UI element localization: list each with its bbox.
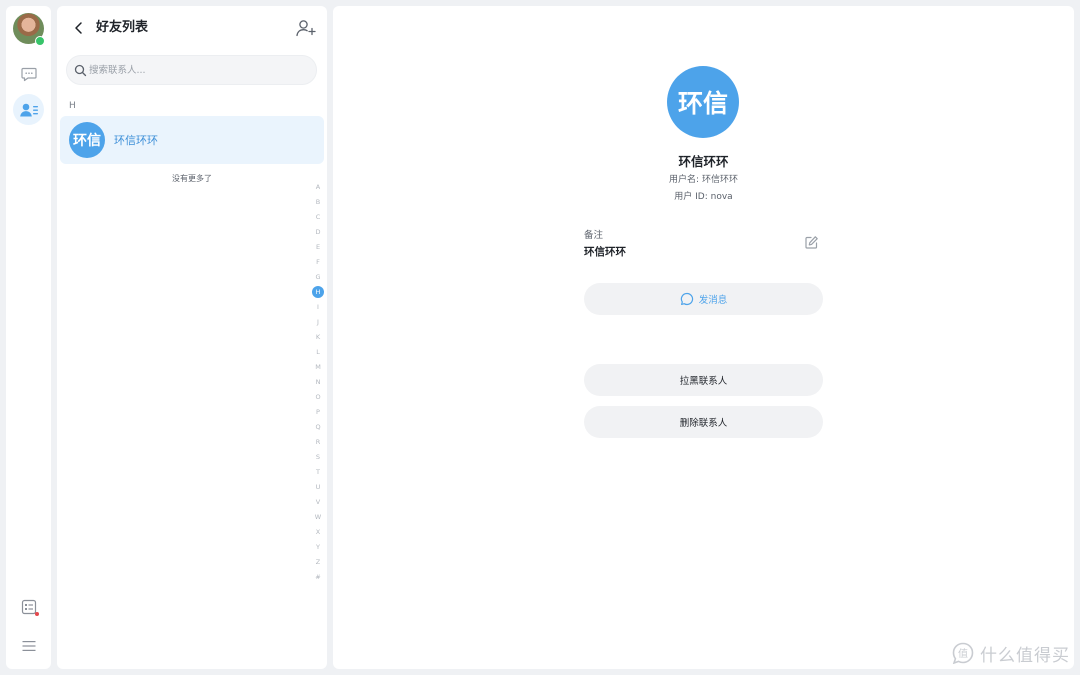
- send-message-button[interactable]: 发消息: [584, 283, 823, 315]
- alphabet-index: A B C D E F G H I J K L M N O P Q R S T U V W X Y Z #: [311, 179, 325, 584]
- alphabet-index-letter[interactable]: A: [311, 179, 325, 194]
- alphabet-letter-text: P: [316, 407, 320, 416]
- alphabet-index-letter[interactable]: P: [311, 404, 325, 419]
- add-friend-icon[interactable]: [295, 18, 317, 38]
- alphabet-letter-text: U: [315, 482, 321, 491]
- alphabet-index-letter[interactable]: B: [311, 194, 325, 209]
- alphabet-letter-text: D: [315, 227, 321, 236]
- edit-icon[interactable]: [804, 235, 819, 250]
- contact-detail-panel: 环信 环信环环 用户名: 环信环环 用户 ID: nova 备注 环信环环 发消…: [333, 6, 1074, 669]
- remark-label: 备注: [584, 230, 604, 241]
- section-letter: H: [69, 101, 76, 111]
- contact-username: 用户名: 环信环环: [669, 175, 738, 185]
- alphabet-letter-text: X: [315, 527, 321, 536]
- block-contact-button[interactable]: 拉黑联系人: [584, 364, 823, 396]
- search-icon: [74, 64, 87, 77]
- alphabet-letter-text: F: [316, 257, 320, 266]
- alphabet-letter-text: S: [315, 452, 321, 461]
- watermark-logo-icon: 值: [952, 642, 974, 664]
- contact-user-id: 用户 ID: nova: [674, 192, 733, 202]
- list-end-text: 没有更多了: [172, 174, 212, 183]
- alphabet-index-letter[interactable]: Z: [311, 554, 325, 569]
- alphabet-index-letter[interactable]: H: [311, 284, 325, 299]
- alphabet-index-letter[interactable]: #: [311, 569, 325, 584]
- alphabet-letter-text: V: [315, 497, 321, 506]
- notice-badge: [35, 612, 39, 616]
- remark-value: 环信环环: [584, 246, 626, 258]
- alphabet-index-letter[interactable]: W: [311, 509, 325, 524]
- alphabet-index-letter[interactable]: X: [311, 524, 325, 539]
- alphabet-letter-text: B: [315, 197, 321, 206]
- alphabet-letter-text: C: [315, 212, 321, 221]
- watermark-text: 什么值得买: [980, 645, 1070, 666]
- alphabet-letter-text: Y: [316, 542, 320, 551]
- nav-notice-button[interactable]: [13, 591, 44, 622]
- alphabet-index-letter[interactable]: T: [311, 464, 325, 479]
- menu-icon: [22, 640, 35, 651]
- alphabet-letter-text: G: [315, 272, 321, 281]
- message-icon: [680, 292, 693, 306]
- alphabet-index-letter[interactable]: V: [311, 494, 325, 509]
- alphabet-letter-text: E: [315, 242, 321, 251]
- contact-detail-name: 环信环环: [678, 154, 729, 169]
- alphabet-letter-text: N: [315, 377, 321, 386]
- nav-menu-button[interactable]: [13, 630, 44, 661]
- alphabet-index-letter[interactable]: C: [311, 209, 325, 224]
- alphabet-letter-text: Z: [315, 557, 321, 566]
- alphabet-index-letter[interactable]: I: [311, 299, 325, 314]
- alphabet-index-letter[interactable]: L: [311, 344, 325, 359]
- online-status-indicator: [35, 36, 45, 46]
- alphabet-index-letter[interactable]: M: [311, 359, 325, 374]
- alphabet-index-letter[interactable]: J: [311, 314, 325, 329]
- page-title: 好友列表: [96, 20, 149, 35]
- send-message-label: 发消息: [698, 295, 728, 306]
- alphabet-index-letter[interactable]: O: [311, 389, 325, 404]
- alphabet-letter-text: M: [315, 362, 321, 371]
- alphabet-letter-text: W: [314, 512, 322, 521]
- chat-bubble-icon: [20, 67, 37, 81]
- search-input[interactable]: [89, 61, 309, 79]
- contacts-icon: [19, 103, 38, 116]
- alphabet-index-letter[interactable]: F: [311, 254, 325, 269]
- nav-rail: [6, 6, 51, 669]
- svg-text:值: 值: [958, 647, 968, 660]
- alphabet-index-letter[interactable]: Y: [311, 539, 325, 554]
- alphabet-index-letter[interactable]: S: [311, 449, 325, 464]
- contact-avatar: 环信: [69, 122, 105, 158]
- nav-chat-button[interactable]: [13, 58, 44, 89]
- delete-contact-label: 删除联系人: [679, 418, 728, 429]
- alphabet-letter-text: T: [316, 467, 320, 476]
- alphabet-letter-text: H: [312, 285, 324, 298]
- block-contact-label: 拉黑联系人: [679, 376, 728, 387]
- alphabet-letter-text: A: [315, 182, 321, 191]
- alphabet-index-letter[interactable]: K: [311, 329, 325, 344]
- alphabet-letter-text: Q: [315, 422, 321, 431]
- friend-list-panel: 好友列表 H 环信 环信环环 没有更多了 ABCDEFGHIJKLMNOPQRS…: [57, 6, 327, 669]
- delete-contact-button[interactable]: 删除联系人: [584, 406, 823, 438]
- contact-name: 环信环环: [114, 134, 158, 147]
- alphabet-letter-text: R: [315, 437, 321, 446]
- alphabet-index-letter[interactable]: E: [311, 239, 325, 254]
- search-box: [66, 55, 317, 85]
- alphabet-letter-text: J: [317, 317, 319, 326]
- alphabet-index-letter[interactable]: U: [311, 479, 325, 494]
- contact-detail-avatar: 环信: [667, 66, 739, 138]
- alphabet-letter-text: L: [316, 347, 320, 356]
- alphabet-index-letter[interactable]: Q: [311, 419, 325, 434]
- alphabet-letter-text: K: [315, 332, 321, 341]
- alphabet-letter-text: O: [315, 392, 321, 401]
- alphabet-index-letter[interactable]: D: [311, 224, 325, 239]
- alphabet-letter-text: I: [317, 302, 319, 311]
- back-arrow-icon[interactable]: [71, 20, 87, 36]
- alphabet-letter-text: #: [315, 572, 321, 581]
- alphabet-index-letter[interactable]: N: [311, 374, 325, 389]
- alphabet-index-letter[interactable]: R: [311, 434, 325, 449]
- watermark: 值 什么值得买: [952, 640, 1070, 666]
- nav-contacts-button[interactable]: [13, 94, 44, 125]
- contact-list-item[interactable]: 环信 环信环环: [60, 116, 324, 164]
- alphabet-index-letter[interactable]: G: [311, 269, 325, 284]
